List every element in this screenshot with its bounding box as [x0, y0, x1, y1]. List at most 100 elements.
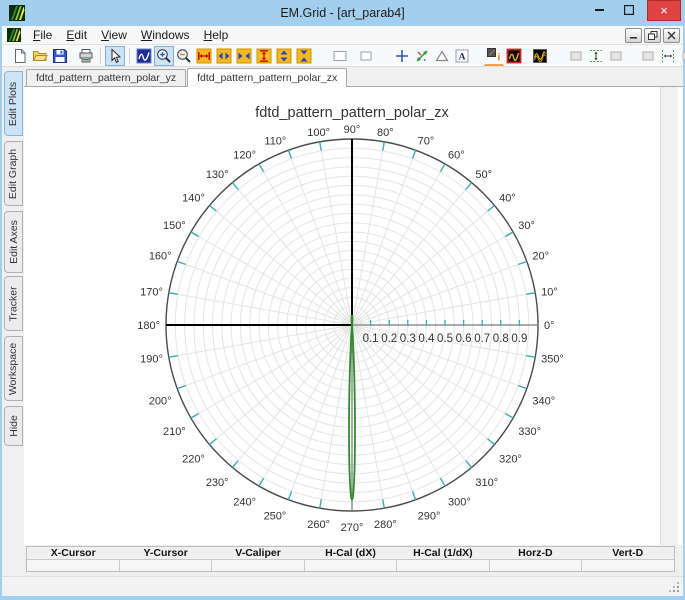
close-icon: ×: [660, 3, 668, 18]
new-box-icon: [333, 50, 347, 61]
svg-text:180°: 180°: [137, 320, 160, 332]
sidebar-tab-edit-graph[interactable]: Edit Graph: [4, 141, 23, 206]
caliper-header: Vert-D: [612, 547, 644, 559]
sidebar-tab-label: Tracker: [7, 285, 20, 322]
document-logo-icon[interactable]: [7, 28, 21, 42]
sidebar-tab-edit-plots[interactable]: Edit Plots: [4, 71, 23, 136]
sidebar-tab-edit-axes[interactable]: Edit Axes: [4, 211, 23, 273]
menu-bar: File Edit View Windows Help: [2, 26, 683, 45]
expand-y-button[interactable]: [254, 46, 274, 66]
fit-view-button[interactable]: [134, 46, 154, 66]
plot-window-multi-button[interactable]: [530, 46, 550, 66]
close-button[interactable]: ×: [647, 0, 681, 21]
menu-item-view[interactable]: View: [94, 27, 134, 43]
svg-text:210°: 210°: [163, 426, 186, 438]
add-image-annotation-button[interactable]: i: [484, 46, 504, 66]
mdi-minimize-icon: [630, 36, 637, 39]
menu-item-file[interactable]: File: [26, 27, 59, 43]
resize-grip[interactable]: [677, 590, 679, 592]
menu-item-edit[interactable]: Edit: [59, 27, 94, 43]
add-text-annotation-button[interactable]: A: [452, 46, 472, 66]
new-document-button[interactable]: [10, 46, 30, 66]
compress-y-button[interactable]: [294, 46, 314, 66]
plot-window-icon: [506, 48, 522, 63]
svg-text:90°: 90°: [344, 124, 361, 136]
vertical-scrollbar[interactable]: [660, 87, 678, 545]
pan-y-icon: [276, 48, 292, 63]
plot-canvas[interactable]: 0.1 0.2 0.3 0.4 0.5 0.6 0.7 0.8 0.9 0° 10° 20° 30° 40…: [24, 87, 683, 545]
new-box-button[interactable]: [330, 46, 350, 66]
pan-y-button[interactable]: [274, 46, 294, 66]
minimize-button[interactable]: [585, 0, 613, 20]
mdi-close-button[interactable]: [663, 27, 680, 43]
add-cursor-icon: [396, 49, 408, 62]
sidebar-tab-workspace[interactable]: Workspace: [4, 336, 23, 401]
content-area: fdtd_pattern_pattern_polar_yz fdtd_patter…: [24, 67, 683, 576]
zoom-out-icon: [177, 48, 191, 63]
caliper-headers: X-Cursor Y-Cursor V-Caliper H-Cal (dX) H-Cal…: [27, 547, 674, 559]
doc-tab-fdtd_pattern_pattern_polar_zx[interactable]: fdtd_pattern_pattern_polar_zx: [187, 68, 348, 87]
print-button[interactable]: [76, 46, 96, 66]
image-annotation-icon: i: [487, 48, 501, 64]
svg-text:0.3: 0.3: [400, 333, 416, 345]
menu-item-help[interactable]: Help: [197, 27, 236, 43]
svg-text:170°: 170°: [140, 287, 163, 299]
align-box-bottom-button[interactable]: [678, 46, 685, 66]
svg-text:80°: 80°: [377, 127, 394, 139]
caliper-header: H-Cal (dX): [325, 547, 376, 559]
svg-text:330°: 330°: [518, 426, 541, 438]
svg-text:60°: 60°: [448, 150, 465, 162]
menu-items: File Edit View Windows Help: [26, 26, 235, 44]
space-horizontal-button[interactable]: [658, 46, 678, 66]
menu-item-windows[interactable]: Windows: [134, 27, 197, 43]
new-frame-button[interactable]: [356, 46, 376, 66]
svg-text:150°: 150°: [163, 220, 186, 232]
plot-window-multi-icon: [533, 48, 547, 63]
svg-text:350°: 350°: [541, 353, 564, 365]
align-box-left-button[interactable]: [566, 46, 586, 66]
svg-text:230°: 230°: [206, 477, 229, 489]
pan-x-icon: [216, 48, 232, 63]
doc-tab-fdtd_pattern_pattern_polar_yz[interactable]: fdtd_pattern_pattern_polar_yz: [26, 69, 187, 86]
caliper-value: [118, 559, 212, 571]
svg-text:i: i: [498, 53, 501, 64]
add-cursor-button[interactable]: [392, 46, 412, 66]
caliper-header: V-Caliper: [235, 547, 281, 559]
sidebar-tab-tracker[interactable]: Tracker: [4, 276, 23, 331]
svg-text:fdtd_pattern_pattern_polar_zx: fdtd_pattern_pattern_polar_zx: [255, 105, 449, 121]
svg-text:40°: 40°: [499, 193, 516, 205]
minimize-icon: [594, 9, 604, 11]
svg-text:50°: 50°: [475, 169, 492, 181]
add-axes-marker-button[interactable]: [412, 46, 432, 66]
sidebar-tab-label: Edit Graph: [7, 148, 20, 199]
pan-x-button[interactable]: [214, 46, 234, 66]
save-button[interactable]: [50, 46, 70, 66]
zoom-in-button[interactable]: [154, 45, 174, 66]
sidebar-tab-hide[interactable]: Hide: [4, 406, 23, 446]
caliper-value: [27, 559, 119, 571]
plot-window-button[interactable]: [504, 46, 524, 66]
compress-x-button[interactable]: [234, 46, 254, 66]
maximize-button[interactable]: [615, 0, 643, 20]
svg-text:0.4: 0.4: [418, 333, 435, 345]
print-icon: [79, 48, 93, 62]
new-document-icon: [15, 48, 26, 63]
align-box-right-button[interactable]: [606, 46, 626, 66]
svg-text:A: A: [459, 52, 466, 62]
svg-text:280°: 280°: [374, 519, 397, 531]
pointer-tool-button[interactable]: [105, 45, 125, 66]
align-box-top-button[interactable]: [638, 46, 658, 66]
svg-text:30°: 30°: [518, 220, 535, 232]
svg-text:240°: 240°: [233, 496, 256, 508]
space-horizontal-icon: [662, 49, 674, 62]
zoom-out-button[interactable]: [174, 46, 194, 66]
open-file-button[interactable]: [30, 46, 50, 66]
svg-text:0.8: 0.8: [493, 333, 509, 345]
add-triangle-marker-button[interactable]: [432, 46, 452, 66]
mdi-restore-button[interactable]: [644, 27, 661, 43]
svg-text:100°: 100°: [307, 127, 330, 139]
mdi-minimize-button[interactable]: [625, 27, 642, 43]
caliper-value: [396, 559, 489, 571]
expand-x-button[interactable]: [194, 46, 214, 66]
space-vertical-button[interactable]: [586, 46, 606, 66]
